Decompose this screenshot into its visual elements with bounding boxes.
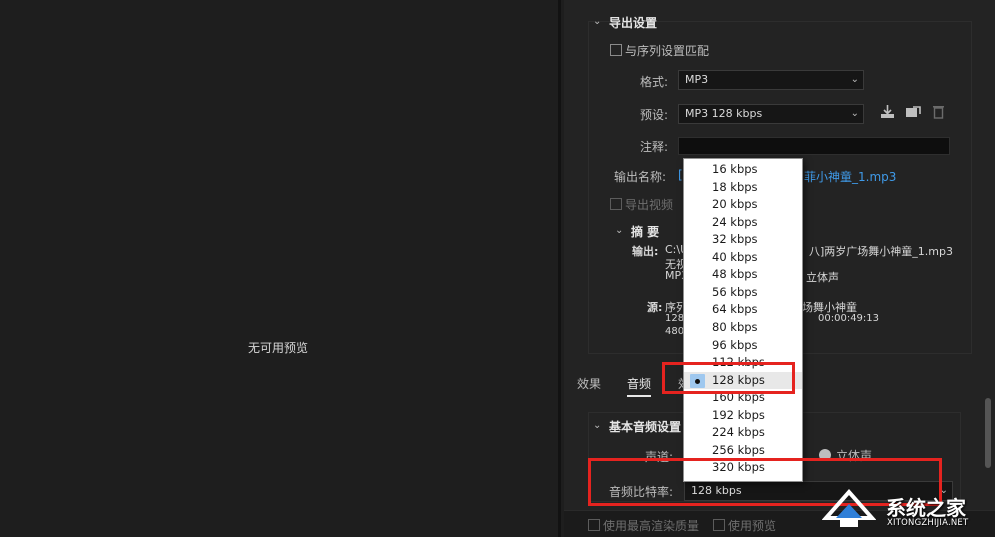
- use-preview-label: 使用预览: [728, 519, 777, 533]
- summary-output-stereo: 立体声: [806, 271, 839, 284]
- export-video-checkbox[interactable]: [610, 198, 622, 210]
- bitrate-option[interactable]: 40 kbps: [684, 249, 802, 267]
- bitrate-option[interactable]: 224 kbps: [684, 424, 802, 442]
- bitrate-option-label: 32 kbps: [712, 232, 758, 247]
- no-preview-text: 无可用预览: [248, 341, 309, 355]
- bitrate-option-label: 80 kbps: [712, 319, 758, 334]
- summary-output-path-end: 八]两岁广场舞小神童_1.mp3: [809, 245, 953, 258]
- watermark-name: 系统之家: [886, 496, 966, 520]
- bitrate-option-label: 64 kbps: [712, 302, 758, 317]
- bitrate-option[interactable]: 56 kbps: [684, 284, 802, 302]
- output-name-label: 输出名称:: [614, 170, 667, 184]
- bitrate-option[interactable]: 192 kbps: [684, 407, 802, 425]
- bitrate-option[interactable]: 80 kbps: [684, 319, 802, 337]
- bitrate-option[interactable]: 16 kbps: [684, 161, 802, 179]
- bitrate-option[interactable]: 64 kbps: [684, 301, 802, 319]
- preset-select[interactable]: MP3 128 kbps ⌄: [678, 104, 864, 124]
- match-sequence-checkbox[interactable]: [610, 44, 622, 56]
- max-render-checkbox[interactable]: [588, 519, 600, 531]
- format-select[interactable]: MP3 ⌄: [678, 70, 864, 90]
- chevron-down-icon: ⌄: [850, 108, 859, 119]
- bitrate-option-label: 24 kbps: [712, 214, 758, 229]
- chevron-down-icon[interactable]: ⌄: [593, 420, 601, 431]
- output-name-bracket[interactable]: [: [678, 168, 683, 182]
- bitrate-option-label: 16 kbps: [712, 162, 758, 176]
- tab-audio[interactable]: 音频: [627, 375, 652, 397]
- bitrate-option-label: 96 kbps: [712, 337, 758, 352]
- scrollbar-thumb[interactable]: [985, 398, 991, 468]
- bitrate-option-label: 224 kbps: [712, 425, 765, 440]
- comment-label: 注释:: [640, 140, 669, 154]
- format-label: 格式:: [640, 75, 669, 89]
- output-name-link[interactable]: 菲小神童_1.mp3: [804, 168, 896, 185]
- bitrate-option[interactable]: 24 kbps: [684, 214, 802, 232]
- summary-source-label: 源:: [647, 301, 663, 314]
- highlight-selected-option: [662, 362, 795, 394]
- preview-pane: [0, 0, 561, 537]
- bitrate-dropdown-menu[interactable]: 16 kbps 18 kbps 20 kbps 24 kbps 32 kbps 40 kb…: [683, 158, 803, 482]
- max-render-label: 使用最高渲染质量: [603, 519, 700, 533]
- bitrate-option[interactable]: 18 kbps: [684, 179, 802, 197]
- chevron-down-icon: ⌄: [850, 74, 859, 85]
- bitrate-option-label: 40 kbps: [712, 249, 758, 264]
- watermark-logo-icon: [821, 488, 877, 530]
- preset-value: MP3 128 kbps: [685, 107, 763, 120]
- chevron-down-icon[interactable]: ⌄: [615, 225, 623, 236]
- export-settings-title: 导出设置: [609, 16, 658, 30]
- summary-title: 摘 要: [631, 225, 660, 239]
- bitrate-option-label: 56 kbps: [712, 284, 758, 299]
- bitrate-option-label: 48 kbps: [712, 267, 758, 282]
- bitrate-option[interactable]: 256 kbps: [684, 442, 802, 460]
- bitrate-option-label: 192 kbps: [712, 407, 765, 422]
- use-preview-checkbox[interactable]: [713, 519, 725, 531]
- tab-effects[interactable]: 效果: [577, 375, 601, 392]
- comment-input[interactable]: [678, 137, 950, 155]
- export-video-label: 导出视频: [625, 198, 674, 212]
- bitrate-option-label: 20 kbps: [712, 197, 758, 212]
- watermark-url: XITONGZHIJIA.NET: [887, 518, 969, 528]
- match-sequence-label: 与序列设置匹配: [625, 44, 710, 58]
- chevron-down-icon[interactable]: ⌄: [593, 16, 601, 27]
- preset-label: 预设:: [640, 108, 669, 122]
- format-value: MP3: [685, 73, 709, 86]
- delete-preset-icon[interactable]: [932, 104, 945, 123]
- summary-output-label: 输出:: [632, 245, 659, 258]
- bitrate-option[interactable]: 48 kbps: [684, 266, 802, 284]
- bitrate-option-label: 18 kbps: [712, 179, 758, 194]
- basic-audio-title: 基本音频设置: [609, 420, 682, 434]
- import-preset-icon[interactable]: [905, 104, 921, 123]
- bitrate-option-label: 256 kbps: [712, 442, 765, 457]
- bitrate-option[interactable]: 20 kbps: [684, 196, 802, 214]
- bitrate-option[interactable]: 96 kbps: [684, 337, 802, 355]
- bitrate-option[interactable]: 32 kbps: [684, 231, 802, 249]
- summary-source-duration: 00:00:49:13: [818, 313, 880, 324]
- save-preset-icon[interactable]: [880, 104, 895, 123]
